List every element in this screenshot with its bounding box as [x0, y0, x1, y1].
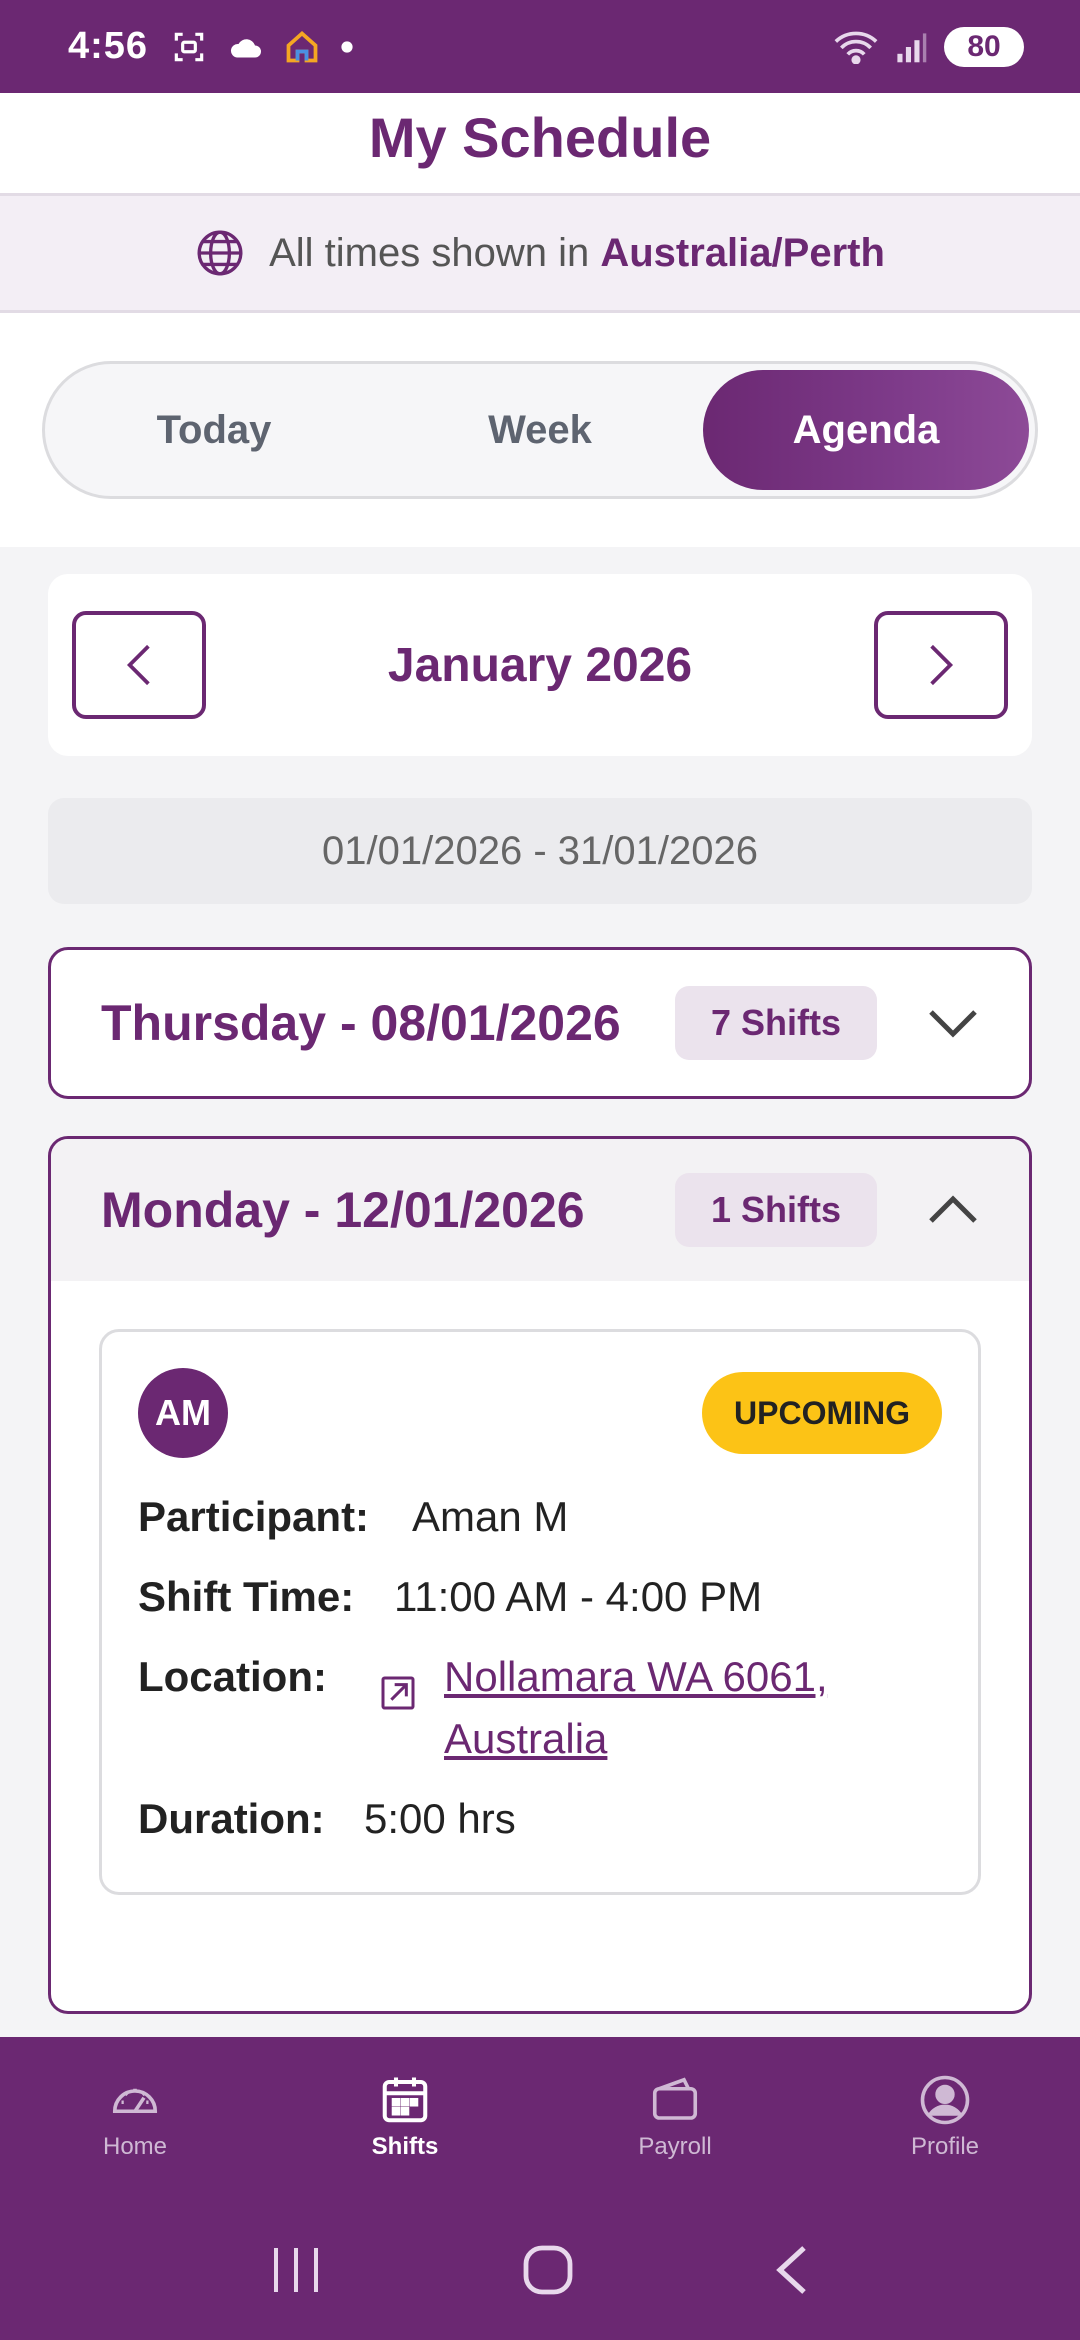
nav-profile-label: Profile	[910, 2133, 980, 2160]
open-external-icon[interactable]	[378, 1646, 444, 1770]
cloud-icon	[231, 38, 262, 57]
duration-label: Duration:	[138, 1795, 325, 1842]
chevron-up-icon[interactable]	[927, 1184, 979, 1236]
timezone-zone: Australia/Perth	[600, 230, 885, 275]
timezone-banner: All times shown in Australia/Perth	[0, 193, 1080, 313]
shift-time-row: Shift Time: 11:00 AM - 4:00 PM	[138, 1566, 942, 1628]
nav-profile[interactable]: Profile	[810, 2073, 1080, 2207]
status-time: 4:56	[68, 25, 149, 67]
screenshot-icon	[174, 32, 204, 61]
back-icon[interactable]	[772, 2242, 812, 2298]
nav-home[interactable]: Home	[0, 2073, 270, 2207]
view-tabs-section: Today Week Agenda	[0, 313, 1080, 547]
timezone-prefix: All times shown in	[269, 230, 590, 275]
shift-time-value: 11:00 AM - 4:00 PM	[394, 1573, 763, 1620]
calendar-icon	[382, 2077, 428, 2123]
day-group-header[interactable]: Monday - 12/01/2026 1 Shifts	[51, 1139, 1029, 1281]
nav-shifts[interactable]: Shifts	[270, 2073, 540, 2207]
chevron-right-icon	[930, 644, 954, 686]
day-group: Monday - 12/01/2026 1 Shifts AM UPCOMING…	[48, 1136, 1032, 2014]
nav-shifts-label: Shifts	[371, 2133, 439, 2160]
shift-count-badge: 1 Shifts	[674, 1173, 877, 1247]
previous-month-button[interactable]	[72, 611, 206, 719]
location-row: Location: Nollamara WA 6061, Australia	[138, 1646, 942, 1770]
recent-apps-icon[interactable]	[268, 2244, 324, 2296]
status-bar: 4:56 80	[0, 0, 1080, 93]
location-link[interactable]: Nollamara WA 6061, Australia	[444, 1646, 828, 1770]
day-group: Thursday - 08/01/2026 7 Shifts	[48, 947, 1032, 1099]
dot-icon	[341, 40, 353, 53]
duration-row: Duration: 5:00 hrs	[138, 1788, 942, 1850]
page-title: My Schedule	[368, 105, 712, 169]
home-button-icon[interactable]	[520, 2242, 576, 2298]
nav-payroll[interactable]: Payroll	[540, 2073, 810, 2207]
timezone-text: All times shown in Australia/Perth	[269, 231, 885, 276]
next-month-button[interactable]	[874, 611, 1008, 719]
location-line-2[interactable]: Australia	[444, 1715, 607, 1762]
day-title: Thursday - 08/01/2026	[101, 995, 621, 1051]
home-app-icon	[286, 30, 318, 62]
gauge-icon	[112, 2088, 158, 2114]
participant-label: Participant:	[138, 1493, 370, 1540]
day-title: Monday - 12/01/2026	[101, 1182, 585, 1238]
location-line-1[interactable]: Nollamara WA 6061,	[444, 1653, 828, 1700]
date-range: 01/01/2026 - 31/01/2026	[48, 798, 1032, 904]
notification-icons	[170, 28, 354, 66]
participant-row: Participant: Aman M	[138, 1486, 942, 1548]
month-title: January 2026	[387, 638, 693, 692]
tab-week[interactable]: Week	[377, 370, 703, 490]
month-selector: January 2026	[48, 574, 1032, 756]
location-label: Location:	[138, 1653, 327, 1700]
nav-home-label: Home	[102, 2133, 168, 2160]
wifi-icon	[834, 31, 878, 64]
day-group-header[interactable]: Thursday - 08/01/2026 7 Shifts	[51, 950, 1029, 1096]
page-header: My Schedule	[0, 93, 1080, 193]
signal-icon	[897, 32, 927, 62]
chevron-down-icon[interactable]	[927, 997, 979, 1049]
tab-today[interactable]: Today	[51, 370, 377, 490]
view-tabs: Today Week Agenda	[42, 361, 1038, 499]
chevron-left-icon	[126, 644, 150, 686]
nav-payroll-label: Payroll	[638, 2133, 712, 2160]
shift-card[interactable]: AM UPCOMING Participant: Aman M Shift Ti…	[99, 1329, 981, 1895]
status-badge: UPCOMING	[702, 1372, 942, 1454]
duration-value: 5:00 hrs	[364, 1795, 516, 1842]
globe-icon	[197, 230, 243, 276]
participant-value: Aman M	[412, 1493, 569, 1540]
avatar: AM	[138, 1368, 228, 1458]
shift-time-label: Shift Time:	[138, 1573, 355, 1620]
shift-count-badge: 7 Shifts	[674, 986, 877, 1060]
battery-indicator: 80	[944, 26, 1024, 67]
tab-agenda[interactable]: Agenda	[703, 370, 1029, 490]
wallet-icon	[652, 2077, 698, 2120]
system-navigation-bar	[0, 2200, 1080, 2340]
user-icon	[920, 2075, 970, 2125]
